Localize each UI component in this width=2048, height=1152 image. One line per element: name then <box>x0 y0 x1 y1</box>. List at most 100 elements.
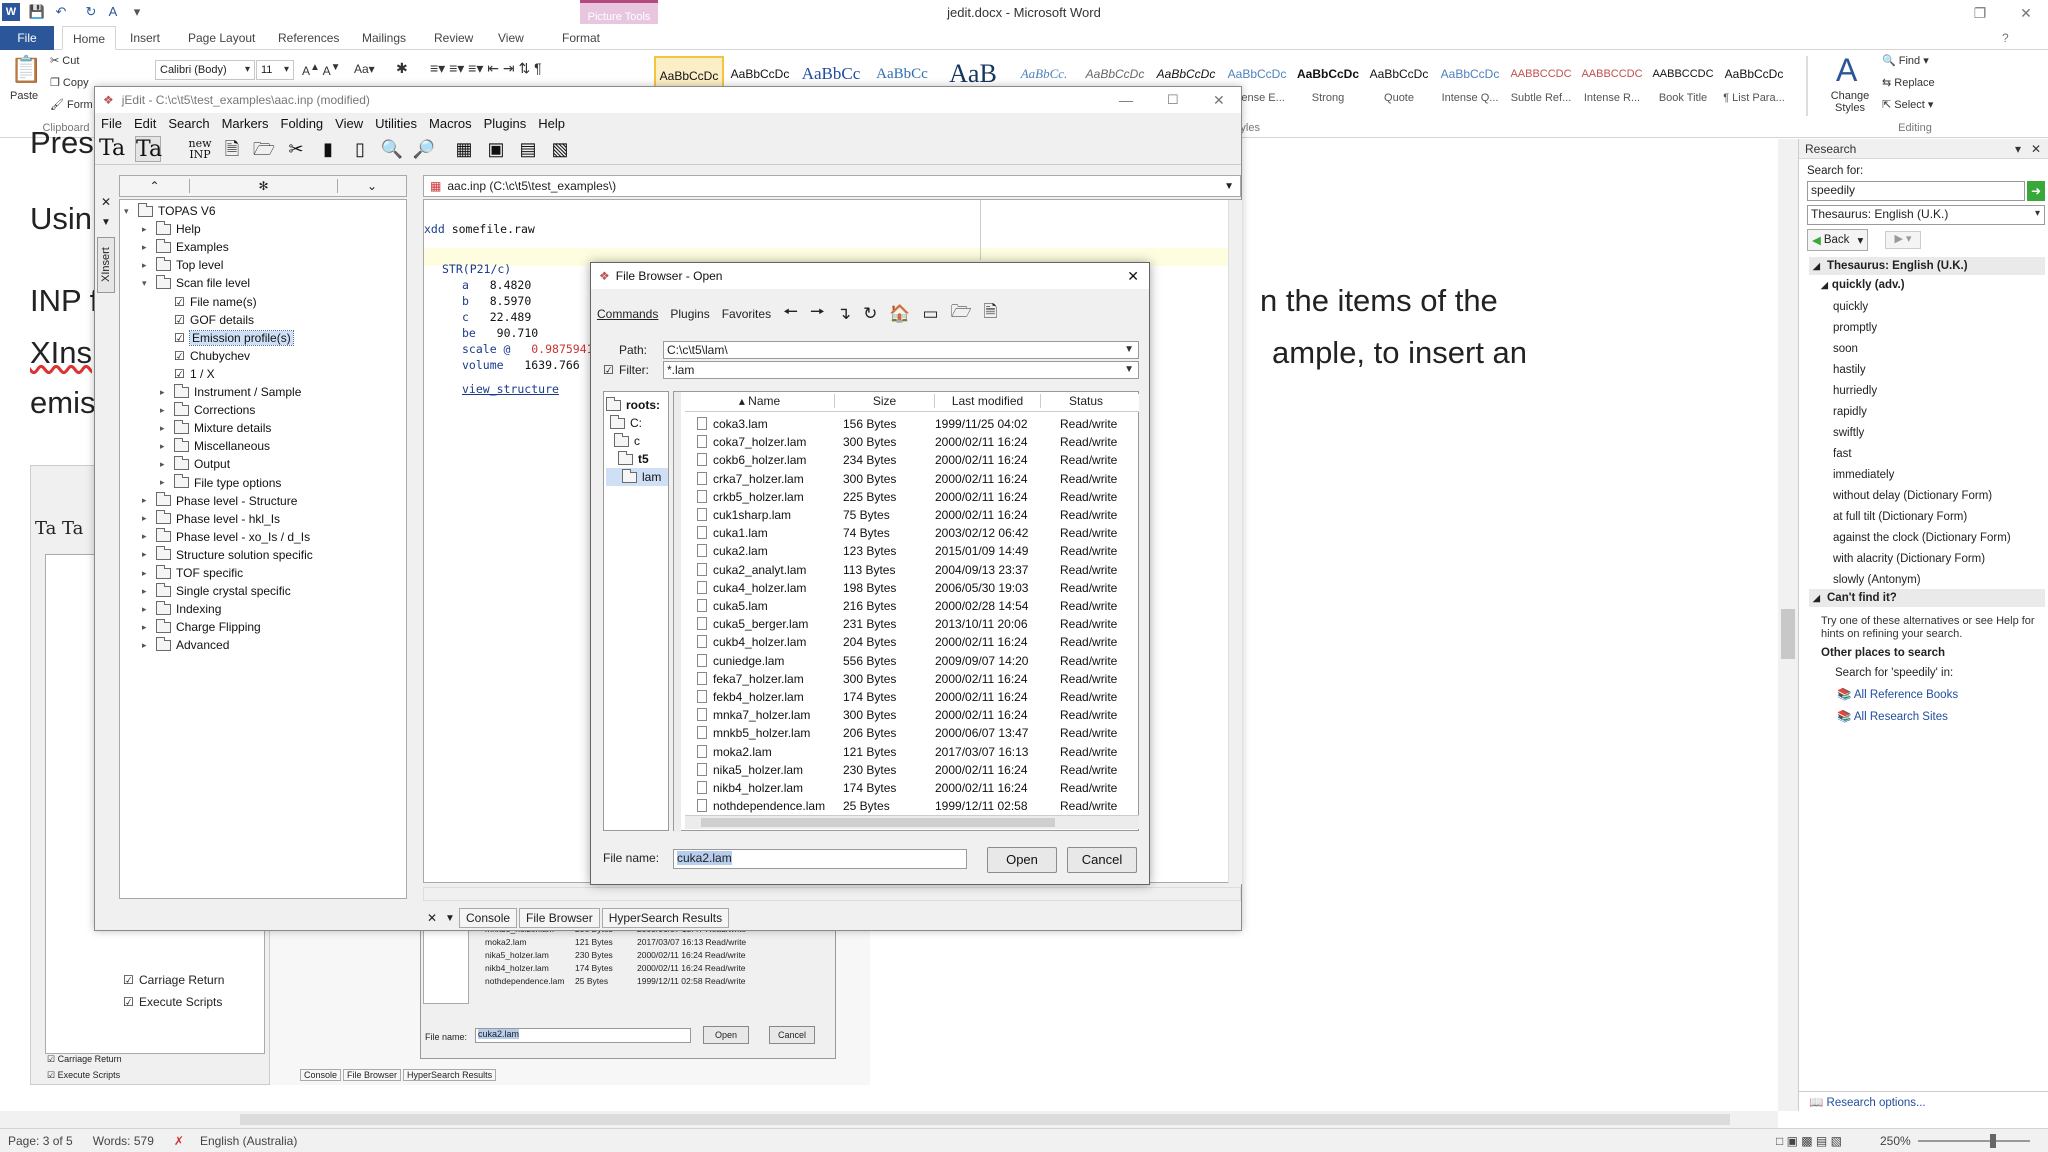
tree-folder[interactable]: ▾ Scan file level <box>142 274 250 292</box>
file-row[interactable]: feka7_holzer.lam 300 Bytes 2000/02/11 16:2… <box>685 670 1131 688</box>
synonym-item[interactable]: quickly <box>1833 301 1868 313</box>
expand-toggle-icon[interactable]: ▸ <box>142 549 152 560</box>
paste-icon[interactable]: 📋 <box>10 54 42 85</box>
tree-folder[interactable]: ▸ Output <box>160 455 230 473</box>
expand-toggle-icon[interactable]: ▸ <box>142 622 152 633</box>
filename-input[interactable]: cuka2.lam <box>673 849 967 869</box>
search-icon[interactable]: 🔍 <box>379 136 405 162</box>
cant-find-header[interactable]: ◢ Can't find it? <box>1809 589 2045 607</box>
tree-folder[interactable]: ▸ Indexing <box>142 600 221 618</box>
research-search-input[interactable]: speedily <box>1807 181 2025 201</box>
file-row[interactable]: nothdependence.lam 25 Bytes 1999/12/11 02:… <box>685 797 1131 815</box>
tree-folder[interactable]: ▸ Structure solution specific <box>142 546 313 564</box>
tree-folder[interactable]: ▸ Single crystal specific <box>142 582 291 600</box>
menu-plugins[interactable]: Plugins <box>670 307 709 321</box>
root-node[interactable]: t5 <box>618 450 649 468</box>
file-row[interactable]: coka7_holzer.lam 300 Bytes 2000/02/11 16:2… <box>685 433 1131 451</box>
back-icon[interactable]: 🠔 <box>783 299 798 328</box>
tree-folder[interactable]: ▾ TOPAS V6 <box>124 202 216 220</box>
new-file-icon[interactable]: 🗎 <box>219 136 245 162</box>
file-row[interactable]: nika5_holzer.lam 230 Bytes 2000/02/11 16:2… <box>685 761 1131 779</box>
language[interactable]: English (Australia) <box>200 1134 297 1148</box>
close-dock-icon[interactable]: ✕ <box>97 195 115 215</box>
document-vertical-scrollbar[interactable] <box>1778 139 1798 1111</box>
tab-format[interactable]: Format <box>552 26 606 50</box>
synonym-item[interactable]: without delay (Dictionary Form) <box>1833 490 1992 502</box>
file-row[interactable]: cuka4_holzer.lam 198 Bytes 2006/05/30 19:0… <box>685 579 1131 597</box>
tab-home[interactable]: Home <box>62 26 117 50</box>
tree-folder[interactable]: ▸ Miscellaneous <box>160 437 270 455</box>
file-row[interactable]: cokb6_holzer.lam 234 Bytes 2000/02/11 16:2… <box>685 451 1131 469</box>
expand-toggle-icon[interactable]: ▸ <box>160 477 170 488</box>
cancel-button[interactable]: Cancel <box>1067 847 1137 873</box>
root-node[interactable]: roots: <box>606 396 660 414</box>
paste-button[interactable]: Paste <box>10 90 38 102</box>
parent-dir-icon[interactable]: ↴ <box>837 304 851 324</box>
tree-folder[interactable]: ▸ Phase level - Structure <box>142 492 297 510</box>
file-list-scrollbar[interactable] <box>685 815 1139 829</box>
style-15[interactable]: AABBCCDC Book Title <box>1648 56 1718 118</box>
collapse-up-icon[interactable]: ⌃ <box>120 179 190 193</box>
change-styles-icon[interactable]: A <box>1836 52 1857 89</box>
tree-item[interactable]: ☑ GOF details <box>160 311 254 329</box>
expand-toggle-icon[interactable]: ▸ <box>142 242 152 253</box>
synonym-item[interactable]: hastily <box>1833 364 1866 376</box>
tab-file-browser[interactable]: File Browser <box>519 908 600 928</box>
chevron-down-icon[interactable]: ▼ <box>441 913 459 924</box>
tree-folder[interactable]: ▸ Help <box>142 220 201 238</box>
style-12[interactable]: AaBbCcDc Intense Q... <box>1435 56 1505 118</box>
zoom-level[interactable]: 250% <box>1880 1134 1911 1148</box>
tab-review[interactable]: Review <box>424 26 483 50</box>
tree-folder[interactable]: ▸ File type options <box>160 474 281 492</box>
select-button[interactable]: ⇱ Select ▾ <box>1882 98 1933 111</box>
file-row[interactable]: crka7_holzer.lam 300 Bytes 2000/02/11 16:2… <box>685 470 1131 488</box>
reload-icon[interactable]: ↻ <box>863 304 877 324</box>
link-all-research-sites[interactable]: 📚 All Research Sites <box>1837 709 1948 723</box>
expand-toggle-icon[interactable]: ▾ <box>142 278 152 289</box>
tab-mailings[interactable]: Mailings <box>352 26 416 50</box>
menu-folding[interactable]: Folding <box>281 116 324 131</box>
expand-toggle-icon[interactable]: ▸ <box>142 604 152 615</box>
file-row[interactable]: mnkb5_holzer.lam 206 Bytes 2000/06/07 13:4… <box>685 724 1131 742</box>
filter-checkbox[interactable]: ☑ Filter: <box>603 363 649 377</box>
maximize-icon[interactable]: ☐ <box>1167 92 1179 108</box>
style-11[interactable]: AaBbCcDc Quote <box>1364 56 1434 118</box>
tree-item[interactable]: ☑ Emission profile(s) <box>160 329 294 347</box>
synonym-item[interactable]: immediately <box>1833 469 1894 481</box>
tab-file[interactable]: File <box>0 26 54 50</box>
zoom-slider[interactable] <box>1918 1140 2030 1142</box>
synonym-item[interactable]: slowly (Antonym) <box>1833 574 1921 586</box>
menu-commands[interactable]: Commands <box>597 307 658 321</box>
column-last-modified[interactable]: Last modified <box>935 394 1041 408</box>
tree-folder[interactable]: ▸ Phase level - xo_Is / d_Is <box>142 528 310 546</box>
new-folder-icon[interactable]: 🗁 <box>951 299 972 328</box>
synonym-item[interactable]: with alacrity (Dictionary Form) <box>1833 553 1985 565</box>
research-source-select[interactable]: Thesaurus: English (U.K.) ▾ <box>1807 205 2045 225</box>
file-row[interactable]: nikb4_holzer.lam 174 Bytes 2000/02/11 16:2… <box>685 779 1131 797</box>
scroll-gallery[interactable] <box>1806 56 1808 116</box>
column-name[interactable]: ▴ Name <box>685 394 835 408</box>
chevron-down-icon[interactable]: ▼ <box>97 217 115 235</box>
tab-hypersearch-results[interactable]: HyperSearch Results <box>601 908 730 928</box>
document-horizontal-scrollbar[interactable] <box>0 1111 1778 1128</box>
synonym-item[interactable]: fast <box>1833 448 1852 460</box>
new-inp-icon[interactable]: new INP <box>187 136 213 162</box>
file-row[interactable]: cuka2.lam 123 Bytes 2015/01/09 14:49 Read/w… <box>685 542 1131 560</box>
menu-view[interactable]: View <box>335 116 363 131</box>
tree-folder[interactable]: ▸ Phase level - hkl_Is <box>142 510 280 528</box>
tab-references[interactable]: References <box>268 26 349 50</box>
home-icon[interactable]: 🏠 <box>889 304 910 324</box>
file-row[interactable]: cuk1sharp.lam 75 Bytes 2000/02/11 16:24 Rea… <box>685 506 1131 524</box>
new-file-icon[interactable]: 🗎 <box>984 299 998 328</box>
style-16[interactable]: AaBbCcDc ¶ List Para... <box>1719 56 1789 118</box>
split-vertical-icon[interactable]: ▤ <box>515 136 541 162</box>
expand-toggle-icon[interactable]: ▸ <box>142 513 152 524</box>
synonym-item[interactable]: rapidly <box>1833 406 1867 418</box>
menu-edit[interactable]: Edit <box>134 116 156 131</box>
word-count[interactable]: Words: 579 <box>93 1134 154 1148</box>
tree-item[interactable]: ☑ 1 / X <box>160 365 215 383</box>
expand-down-icon[interactable]: ⌄ <box>338 179 406 193</box>
format-painter-button[interactable]: 🖌 Form <box>50 98 93 111</box>
scroll-thumb[interactable] <box>1781 609 1795 659</box>
expand-toggle-icon[interactable]: ▸ <box>160 423 170 434</box>
